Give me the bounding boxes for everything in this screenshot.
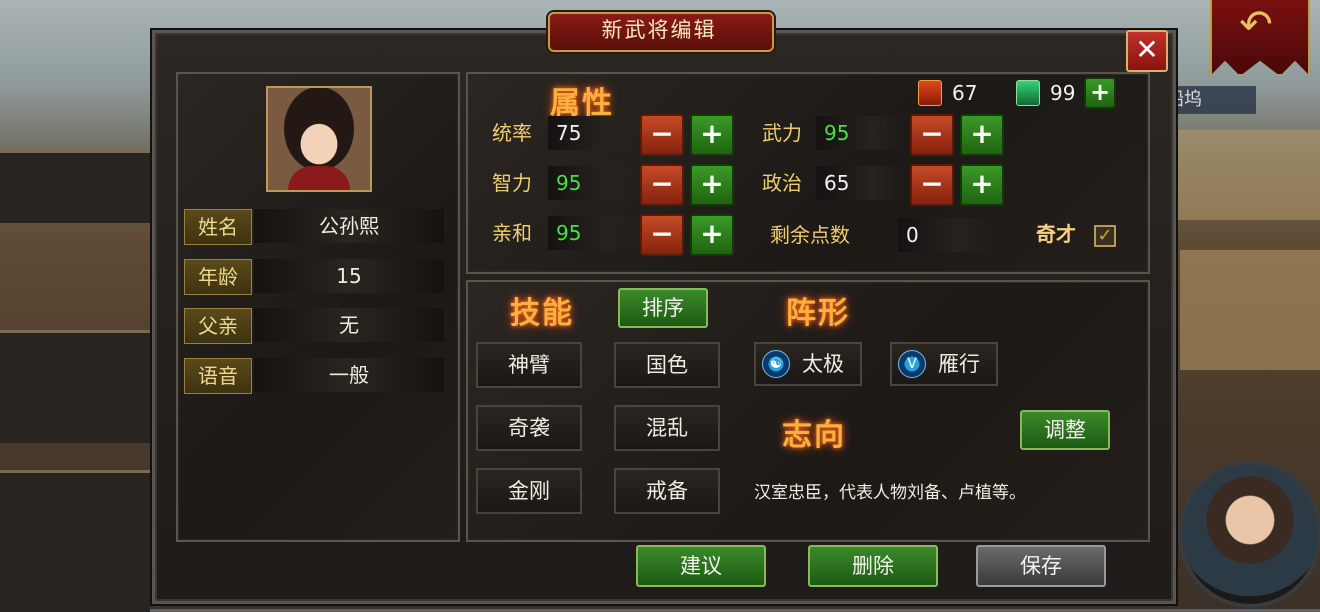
remaining-points-value: 0 <box>898 218 996 252</box>
dialog-title: 新武将编辑 <box>601 18 717 42</box>
background-roof <box>0 150 150 223</box>
background-building <box>1180 250 1320 370</box>
voice-label: 语音 <box>184 358 252 394</box>
jade-token-icon <box>1016 80 1040 106</box>
back-arrow-icon[interactable]: ↶ <box>1232 2 1280 48</box>
affinity-minus-button[interactable]: − <box>640 214 684 256</box>
adjust-ambition-button[interactable]: 调整 <box>1020 410 1110 450</box>
profile-row-name: 姓名 公孙熙 <box>184 209 446 245</box>
formation-yanxing-label: 雁行 <box>938 352 980 376</box>
stat-label-force: 武力 <box>762 121 802 145</box>
stat-label-intelligence: 智力 <box>492 171 532 195</box>
stat-label-politics: 政治 <box>762 171 802 195</box>
skill-slot-5[interactable]: 金刚 <box>476 468 582 514</box>
stat-value-intelligence: 95 <box>548 166 640 200</box>
delete-button[interactable]: 删除 <box>808 545 938 587</box>
name-label: 姓名 <box>184 209 252 245</box>
remaining-points-label: 剩余点数 <box>770 223 850 247</box>
taiji-icon: ☯ <box>762 350 790 378</box>
skill-slot-4[interactable]: 混乱 <box>614 405 720 451</box>
father-field[interactable]: 无 <box>254 308 444 342</box>
background-roof <box>0 330 150 443</box>
close-button[interactable]: ✕ <box>1126 30 1168 72</box>
sort-skills-button[interactable]: 排序 <box>618 288 708 328</box>
skill-slot-6[interactable]: 戒备 <box>614 468 720 514</box>
father-label: 父亲 <box>184 308 252 344</box>
suggest-button[interactable]: 建议 <box>636 545 766 587</box>
age-label: 年龄 <box>184 259 252 295</box>
general-portrait[interactable] <box>266 86 372 192</box>
age-field[interactable]: 15 <box>254 259 444 293</box>
stat-value-command: 75 <box>548 116 640 150</box>
profile-row-father: 父亲 无 <box>184 308 446 344</box>
background-roof <box>0 470 150 612</box>
intelligence-plus-button[interactable]: + <box>690 164 734 206</box>
stat-label-command: 统率 <box>492 121 532 145</box>
formation-yanxing[interactable]: V 雁行 <box>890 342 998 386</box>
scroll-token-icon <box>918 80 942 106</box>
command-minus-button[interactable]: − <box>640 114 684 156</box>
force-plus-button[interactable]: + <box>960 114 1004 156</box>
yanxing-icon: V <box>898 350 926 378</box>
genius-checkbox[interactable]: ✓ <box>1094 225 1116 247</box>
stat-value-affinity: 95 <box>548 216 640 250</box>
hero-avatar-icon[interactable] <box>1178 460 1320 608</box>
save-button[interactable]: 保存 <box>976 545 1106 587</box>
stat-value-politics: 65 <box>816 166 908 200</box>
scroll-token-count: 67 <box>952 81 978 105</box>
background-building <box>1170 130 1320 220</box>
jade-token-count: 99 <box>1050 81 1076 105</box>
ambition-heading: 志向 <box>782 418 846 453</box>
intelligence-minus-button[interactable]: − <box>640 164 684 206</box>
affinity-plus-button[interactable]: + <box>690 214 734 256</box>
name-field[interactable]: 公孙熙 <box>254 209 444 243</box>
profile-row-voice: 语音 一般 <box>184 358 446 394</box>
formation-taiji[interactable]: ☯ 太极 <box>754 342 862 386</box>
skills-heading: 技能 <box>510 296 574 331</box>
profile-row-age: 年龄 15 <box>184 259 446 295</box>
politics-plus-button[interactable]: + <box>960 164 1004 206</box>
ambition-description: 汉室忠臣，代表人物刘备、卢植等。 <box>754 483 1026 503</box>
command-plus-button[interactable]: + <box>690 114 734 156</box>
skill-slot-2[interactable]: 国色 <box>614 342 720 388</box>
force-minus-button[interactable]: − <box>910 114 954 156</box>
formation-heading: 阵形 <box>786 296 850 331</box>
skill-slot-3[interactable]: 奇袭 <box>476 405 582 451</box>
stat-value-force: 95 <box>816 116 908 150</box>
portrait-dress <box>288 166 350 190</box>
add-token-button[interactable]: + <box>1084 77 1116 109</box>
stat-label-affinity: 亲和 <box>492 221 532 245</box>
genius-label: 奇才 <box>1036 222 1076 246</box>
voice-field[interactable]: 一般 <box>254 358 444 392</box>
formation-taiji-label: 太极 <box>802 352 844 376</box>
skill-slot-1[interactable]: 神臂 <box>476 342 582 388</box>
politics-minus-button[interactable]: − <box>910 164 954 206</box>
